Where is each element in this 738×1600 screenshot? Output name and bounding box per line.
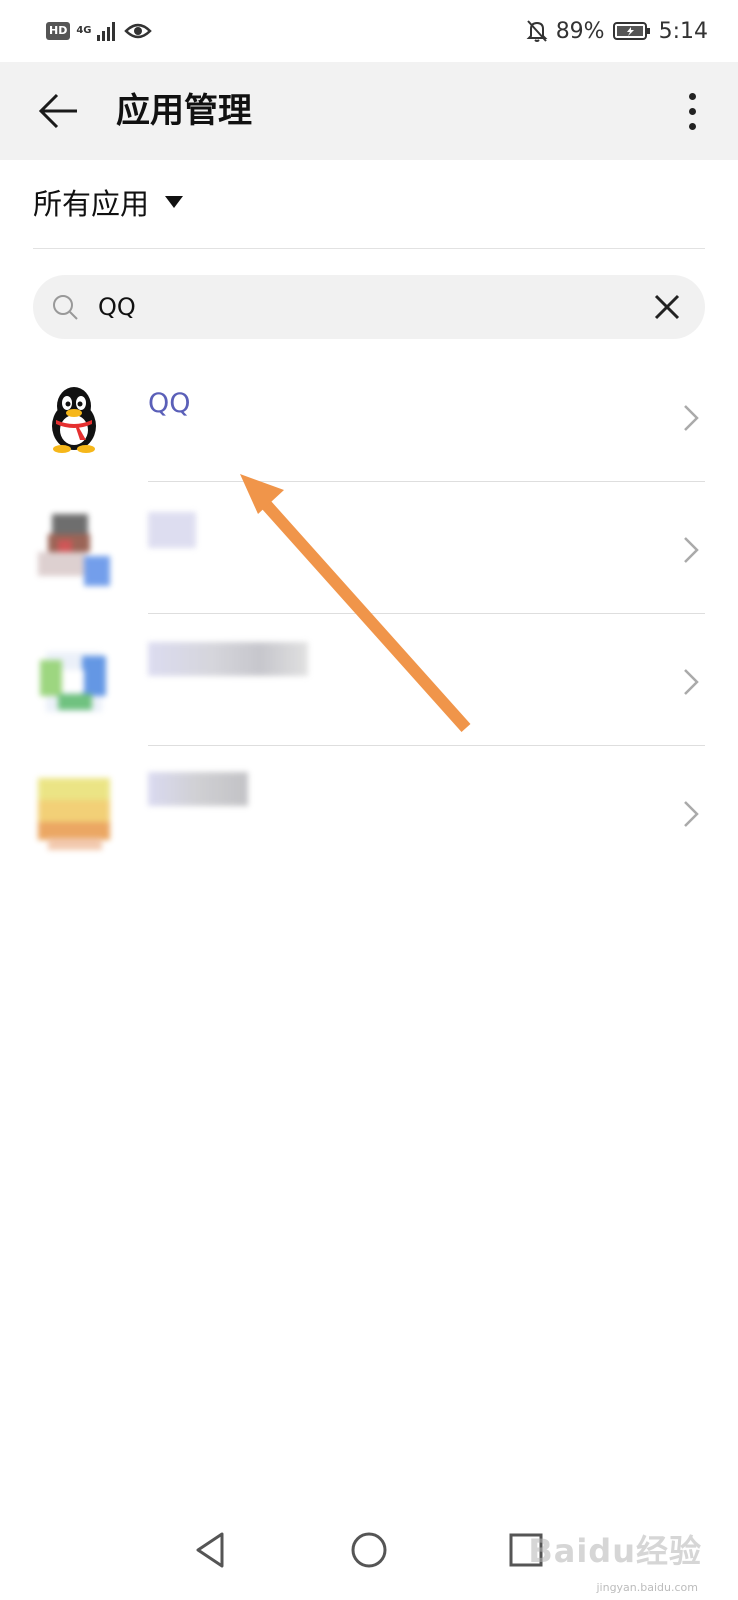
home-circle-icon[interactable] [345, 1526, 393, 1574]
pixelated-app-icon [38, 514, 110, 586]
signal-icon [97, 22, 116, 41]
app-filter-dropdown[interactable]: 所有应用 [33, 178, 184, 226]
app-list-item-qq[interactable]: QQ [0, 350, 738, 482]
eye-icon [124, 23, 153, 39]
status-left: HD 4G [46, 16, 153, 46]
pixelated-app-name [148, 772, 248, 806]
more-dot [688, 107, 696, 115]
battery-percent: 89% [555, 18, 605, 44]
status-right: 89% 5:14 [526, 16, 708, 46]
back-button[interactable] [28, 82, 88, 140]
app-name: QQ [148, 388, 191, 419]
page-title: 应用管理 [116, 91, 252, 131]
back-triangle-icon[interactable] [188, 1526, 236, 1574]
pixelated-app-icon [38, 778, 110, 850]
divider [33, 248, 705, 249]
search-icon [53, 295, 78, 320]
status-time: 5:14 [658, 18, 708, 44]
navigation-bar: Baidu经验 jingyan.baidu.com [0, 1500, 738, 1600]
battery-icon [612, 22, 650, 40]
network-type-label: 4G [76, 25, 92, 36]
hd-badge: HD [46, 22, 71, 40]
more-dot [688, 122, 696, 130]
back-arrow-icon [38, 93, 77, 129]
bell-off-icon [526, 20, 548, 42]
status-bar: HD 4G 89% 5:14 [0, 0, 738, 62]
more-vertical-icon [688, 92, 696, 100]
watermark: Baidu经验 [528, 1532, 702, 1570]
app-list: QQ [0, 350, 738, 878]
search-bar [33, 275, 705, 339]
app-bar: 应用管理 [0, 62, 738, 160]
pixelated-app-name [148, 642, 308, 676]
chevron-right-icon [684, 669, 699, 695]
caret-down-icon [165, 196, 184, 208]
chevron-right-icon [684, 405, 699, 431]
watermark-url: jingyan.baidu.com [596, 1581, 698, 1594]
qq-penguin-icon [52, 387, 96, 453]
pixelated-app-icon [38, 646, 110, 718]
search-input[interactable] [98, 289, 618, 325]
chevron-right-icon [684, 801, 699, 827]
app-list-item[interactable] [0, 746, 738, 878]
app-list-item[interactable] [0, 482, 738, 614]
more-options-button[interactable] [672, 84, 712, 138]
pixelated-app-name [148, 512, 196, 548]
close-icon[interactable] [651, 291, 683, 323]
filter-label: 所有应用 [33, 187, 150, 221]
app-list-item[interactable] [0, 614, 738, 746]
chevron-right-icon [684, 537, 699, 563]
